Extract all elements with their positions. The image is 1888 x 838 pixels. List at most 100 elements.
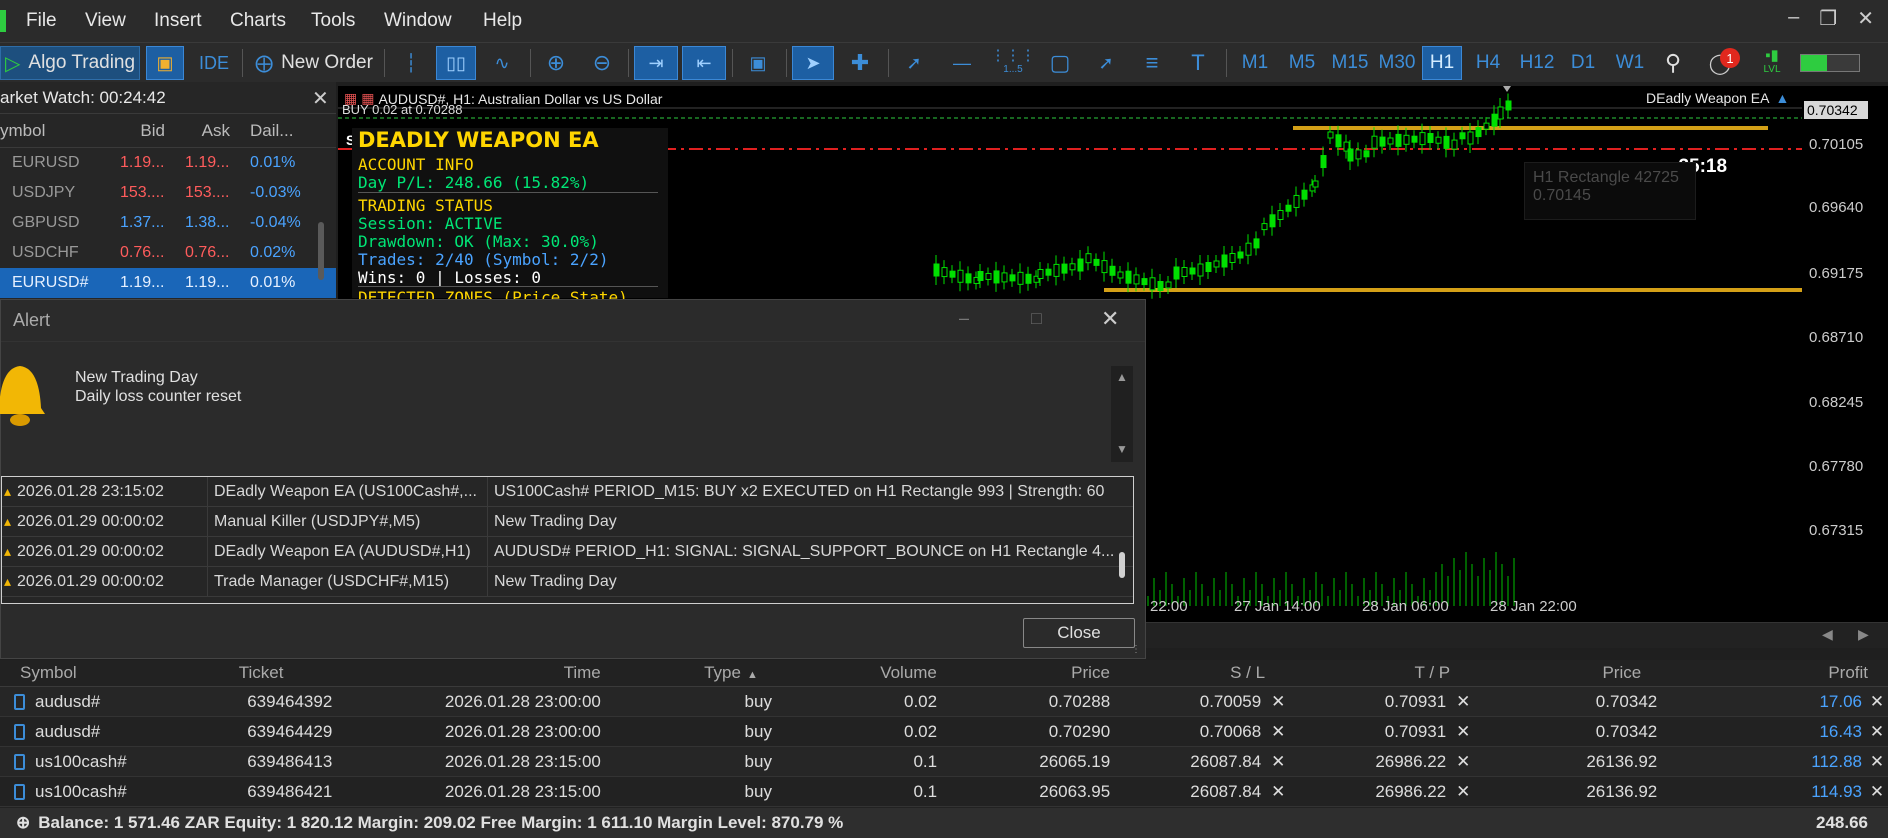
restore-icon[interactable]: ❐ (1819, 6, 1837, 31)
col-bid[interactable]: Bid (110, 121, 175, 141)
market-watch-row[interactable]: USDCHF 0.76... 0.76... 0.02% (0, 238, 336, 268)
tf-m1[interactable]: M1 (1236, 46, 1274, 80)
menu-charts[interactable]: Charts (230, 10, 286, 32)
tf-m15[interactable]: M15 (1326, 46, 1374, 80)
col-current-price[interactable]: Price (1474, 663, 1657, 683)
trade-tp[interactable]: 26986.22 (1375, 782, 1446, 801)
channel-icon[interactable]: ≡ (1132, 46, 1172, 80)
resize-grip-icon[interactable]: ⋮ (1131, 644, 1141, 655)
remove-sl-icon[interactable]: ✕ (1267, 692, 1289, 712)
trendline-icon[interactable]: ➚ (894, 46, 934, 80)
chart-shift-icon[interactable]: ⇥ (634, 46, 678, 80)
remove-tp-icon[interactable]: ✕ (1452, 782, 1474, 802)
tf-h12[interactable]: H12 (1514, 46, 1560, 80)
menu-insert[interactable]: Insert (154, 10, 202, 32)
new-order-button[interactable]: ⨁ New Order (250, 46, 378, 80)
close-position-icon[interactable]: ✕ (1866, 752, 1888, 772)
menu-view[interactable]: View (85, 10, 126, 32)
screenshot-icon[interactable]: ▣ (738, 46, 778, 80)
bar-chart-icon[interactable]: ┆ (392, 46, 430, 80)
col-type[interactable]: Type ▲ (601, 663, 772, 683)
col-price[interactable]: Price (937, 663, 1110, 683)
autoscroll-icon[interactable]: ⇤ (682, 46, 726, 80)
text-icon[interactable]: T (1178, 46, 1218, 80)
tf-m30[interactable]: M30 (1374, 46, 1420, 80)
zoom-out-icon[interactable]: ⊖ (582, 46, 622, 80)
add-circle-icon[interactable]: ⊕ (16, 813, 30, 833)
alert-log-row[interactable]: ▴ 2026.01.29 00:00:02 Manual Killer (USDJP… (2, 507, 1133, 537)
col-time[interactable]: Time (332, 663, 601, 683)
remove-sl-icon[interactable]: ✕ (1267, 752, 1289, 772)
trade-sl[interactable]: 0.70068 (1200, 722, 1261, 741)
close-position-icon[interactable]: ✕ (1866, 692, 1888, 712)
col-volume[interactable]: Volume (772, 663, 937, 683)
dialog-minimize-icon[interactable]: – (959, 308, 969, 329)
col-ticket[interactable]: Ticket (239, 663, 332, 683)
tf-m5[interactable]: M5 (1282, 46, 1322, 80)
col-sl[interactable]: S / L (1110, 663, 1289, 683)
scroll-right-icon[interactable]: ▶ (1858, 626, 1869, 643)
market-watch-row[interactable]: EURUSD 1.19... 1.19... 0.01% (0, 148, 336, 178)
col-symbol[interactable]: Symbol (0, 663, 239, 683)
dialog-maximize-icon[interactable]: □ (1031, 308, 1042, 329)
remove-tp-icon[interactable]: ✕ (1452, 722, 1474, 742)
trade-sl[interactable]: 0.70059 (1200, 692, 1261, 711)
rectangle-icon[interactable]: ▢ (1040, 46, 1080, 80)
menu-file[interactable]: File (26, 10, 57, 32)
price-scale[interactable] (1802, 86, 1888, 622)
search-icon[interactable]: ⚲ (1656, 46, 1690, 80)
alert-log-row[interactable]: ▴ 2026.01.29 00:00:02 Trade Manager (USDCH… (2, 567, 1133, 597)
message-scrollbar[interactable]: ▲ ▼ (1111, 366, 1133, 462)
trade-tp[interactable]: 0.70931 (1385, 692, 1446, 711)
dialog-close-icon[interactable]: ✕ (1101, 306, 1119, 332)
scroll-up-icon[interactable]: ▲ (1116, 370, 1128, 384)
col-tp[interactable]: T / P (1289, 663, 1474, 683)
elliott-wave-icon[interactable]: ⋮⋮⋮ 1...5 (990, 46, 1036, 80)
trade-sl[interactable]: 26087.84 (1190, 782, 1261, 801)
col-profit[interactable]: Profit (1657, 663, 1888, 683)
close-window-icon[interactable]: ✕ (1857, 6, 1874, 31)
line-chart-icon[interactable]: ∿ (482, 46, 522, 80)
alert-log-row[interactable]: ▴ 2026.01.29 00:00:02 DEadly Weapon EA (AU… (2, 537, 1133, 567)
tf-w1[interactable]: W1 (1610, 46, 1650, 80)
col-ask[interactable]: Ask (175, 121, 240, 141)
ray-icon[interactable]: ➚ (1086, 46, 1126, 80)
notifications-icon[interactable]: ◯ 1 (1698, 46, 1742, 80)
trade-sl[interactable]: 26087.84 (1190, 752, 1261, 771)
market-watch-row[interactable]: GBPUSD 1.37... 1.38... -0.04% (0, 208, 336, 238)
tf-d1[interactable]: D1 (1564, 46, 1602, 80)
tf-h1[interactable]: H1 (1422, 46, 1462, 80)
algo-trading-button[interactable]: ▷ Algo Trading (0, 46, 140, 80)
menu-tools[interactable]: Tools (311, 10, 355, 32)
trade-row[interactable]: us100cash# 639486413 2026.01.28 23:15:00 bu… (0, 747, 1888, 777)
minimize-icon[interactable]: – (1788, 6, 1799, 31)
alert-list-scrollbar[interactable] (1119, 552, 1125, 578)
trade-row[interactable]: audusd# 639464429 2026.01.28 23:00:00 buy 0.… (0, 717, 1888, 747)
menu-window[interactable]: Window (384, 10, 452, 32)
close-panel-icon[interactable]: ✕ (312, 86, 329, 111)
col-symbol[interactable]: ymbol (0, 121, 110, 141)
crosshair-icon[interactable]: ✚ (840, 46, 880, 80)
trade-tp[interactable]: 26986.22 (1375, 752, 1446, 771)
ide-button[interactable]: IDE (192, 46, 236, 80)
zoom-in-icon[interactable]: ⊕ (536, 46, 576, 80)
close-button[interactable]: Close (1023, 618, 1135, 648)
remove-tp-icon[interactable]: ✕ (1452, 752, 1474, 772)
trade-tp[interactable]: 0.70931 (1385, 722, 1446, 741)
market-watch-row[interactable]: USDJPY 153.... 153.... -0.03% (0, 178, 336, 208)
remove-tp-icon[interactable]: ✕ (1452, 692, 1474, 712)
scroll-down-icon[interactable]: ▼ (1116, 442, 1128, 456)
close-position-icon[interactable]: ✕ (1866, 782, 1888, 802)
market-watch-row[interactable]: EURUSD# 1.19... 1.19... 0.01% (0, 268, 336, 298)
horizontal-line-icon[interactable]: — (942, 46, 982, 80)
cursor-icon[interactable]: ➤ (792, 46, 834, 80)
menu-help[interactable]: Help (483, 10, 522, 32)
trade-row[interactable]: audusd# 639464392 2026.01.28 23:00:00 buy 0.… (0, 687, 1888, 717)
signal-strength-icon[interactable]: ▪▮ LVL (1750, 46, 1794, 80)
market-watch-toggle[interactable]: ▣ (146, 46, 184, 80)
close-position-icon[interactable]: ✕ (1866, 722, 1888, 742)
col-daily[interactable]: Dail... (240, 121, 305, 141)
alert-log-row[interactable]: ▴ 2026.01.28 23:15:02 DEadly Weapon EA (US… (2, 477, 1133, 507)
remove-sl-icon[interactable]: ✕ (1267, 782, 1289, 802)
tf-h4[interactable]: H4 (1468, 46, 1508, 80)
